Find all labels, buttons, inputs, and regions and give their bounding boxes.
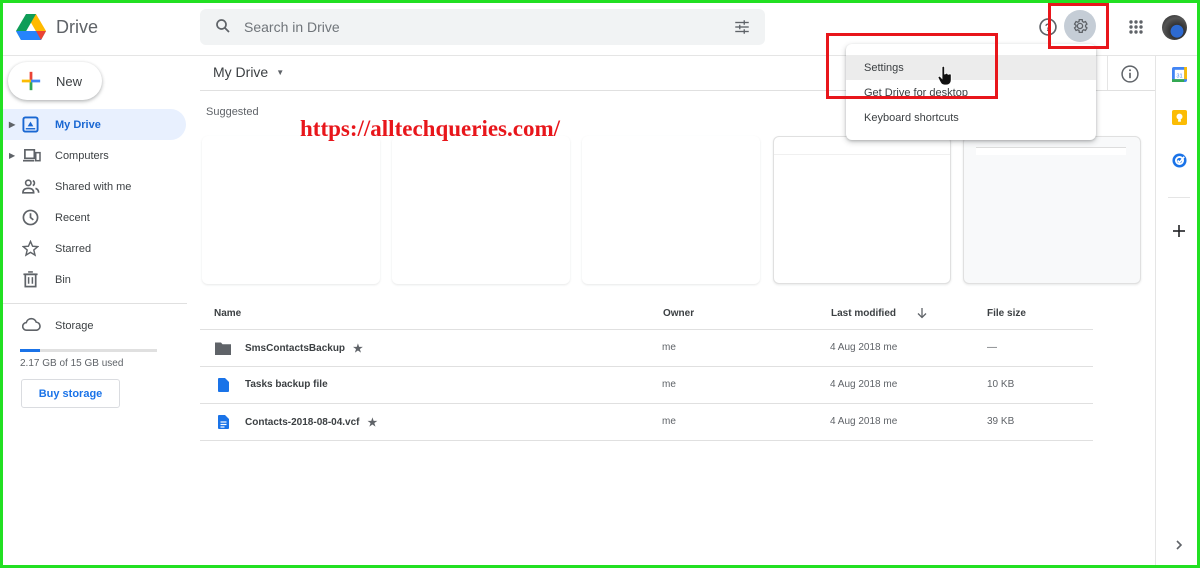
file-modified: 4 Aug 2018 me [830,379,898,390]
app-name: Drive [56,16,99,37]
clock-icon [22,209,39,226]
sidebar-item-label: My Drive [55,118,101,131]
file-name[interactable]: Contacts-2018-08-04.vcf ★ [245,416,377,429]
annotation-box-settings-item [826,33,998,99]
folder-icon [215,342,231,355]
side-panel: 31 [1155,56,1200,568]
star-icon [22,240,39,257]
plus-icon [21,71,41,91]
shared-icon [22,179,40,194]
drive-logo[interactable]: Drive [16,14,98,40]
starred-icon: ★ [367,417,378,429]
file-modified: 4 Aug 2018 me [830,342,898,353]
starred-icon: ★ [353,343,363,355]
suggested-card[interactable] [582,136,760,284]
watermark-url: https://alltechqueries.com/ [300,116,560,141]
column-header-file-size[interactable]: File size [987,308,1026,319]
bin-icon [23,271,38,288]
cloud-icon [22,317,41,332]
document-icon [218,415,229,429]
search-input[interactable] [244,9,704,45]
file-name[interactable]: SmsContactsBackup ★ [245,342,363,355]
search-bar[interactable] [200,9,765,45]
annotation-box-settings-button [1048,3,1109,49]
file-icon [218,378,229,392]
storage-usage-fill [20,349,40,352]
drive-logo-icon [16,14,46,40]
new-button-label: New [56,73,83,89]
computers-icon [23,148,41,162]
tasks-icon[interactable] [1172,153,1187,168]
breadcrumb[interactable]: My Drive ▼ [213,64,284,80]
expand-caret-icon[interactable]: ▶ [9,151,15,160]
suggested-label: Suggested [206,106,259,118]
column-header-name[interactable]: Name [214,308,241,319]
sidebar-item-recent[interactable]: Recent [0,202,186,233]
card-thumbnail [976,147,1126,155]
sidebar-item-storage[interactable]: Storage [0,310,186,341]
new-button[interactable]: New [8,62,102,100]
sidebar-item-computers[interactable]: ▶ Computers [0,140,186,171]
sidebar-item-label: Shared with me [55,180,132,193]
expand-caret-icon[interactable]: ▶ [9,120,15,129]
search-icon[interactable] [214,17,232,35]
file-owner: me [662,379,676,390]
file-size: 39 KB [987,416,1015,427]
side-panel-divider [1168,197,1190,198]
suggested-card[interactable] [392,136,570,284]
header-divider-vertical [1107,56,1108,90]
keep-icon[interactable] [1172,110,1187,125]
file-name[interactable]: Tasks backup file [245,379,328,390]
column-header-last-modified[interactable]: Last modified [831,308,896,319]
sidebar-item-label: Bin [55,273,71,286]
arrow-down-icon[interactable] [916,307,928,319]
file-owner: me [662,342,676,353]
sidebar: New ▶ My Drive ▶ Computers Shared with m… [0,56,190,568]
sidebar-item-starred[interactable]: Starred [0,233,186,264]
suggested-card[interactable] [773,136,951,284]
sidebar-item-my-drive[interactable]: ▶ My Drive [0,109,186,140]
file-size: — [987,342,997,353]
sidebar-item-label: Computers [55,149,109,162]
add-addon-icon[interactable] [1173,225,1185,237]
account-avatar[interactable] [1162,15,1187,40]
table-row[interactable]: Tasks backup file me 4 Aug 2018 me 10 KB [200,367,1093,404]
chevron-right-icon[interactable] [1175,540,1183,550]
svg-text:31: 31 [1176,73,1182,79]
file-size: 10 KB [987,379,1015,390]
sidebar-item-label: Starred [55,242,92,255]
column-header-owner[interactable]: Owner [663,308,694,319]
buy-storage-button[interactable]: Buy storage [21,379,120,408]
sidebar-item-label: Recent [55,211,90,224]
file-owner: me [662,416,676,427]
apps-grid-icon[interactable] [1128,19,1144,35]
suggested-card[interactable] [963,136,1141,284]
storage-label: Storage [55,319,94,332]
breadcrumb-my-drive[interactable]: My Drive [213,64,268,80]
sidebar-divider [0,303,187,304]
my-drive-icon [22,116,39,133]
dropdown-arrow-icon[interactable]: ▼ [276,68,284,77]
sidebar-item-shared-with-me[interactable]: Shared with me [0,171,186,202]
menu-item-keyboard-shortcuts[interactable]: Keyboard shortcuts [846,105,1096,130]
suggested-card[interactable] [202,136,380,284]
storage-used-text: 2.17 GB of 15 GB used [20,358,124,369]
table-row[interactable]: SmsContactsBackup ★ me 4 Aug 2018 me — [200,330,1093,367]
info-icon[interactable] [1120,64,1140,84]
calendar-icon[interactable]: 31 [1172,67,1187,82]
filter-options-icon[interactable] [733,18,751,36]
table-row[interactable]: Contacts-2018-08-04.vcf ★ me 4 Aug 2018 m… [200,404,1093,441]
file-modified: 4 Aug 2018 me [830,416,898,427]
sidebar-item-bin[interactable]: Bin [0,264,186,295]
storage-usage-bar [20,349,157,352]
